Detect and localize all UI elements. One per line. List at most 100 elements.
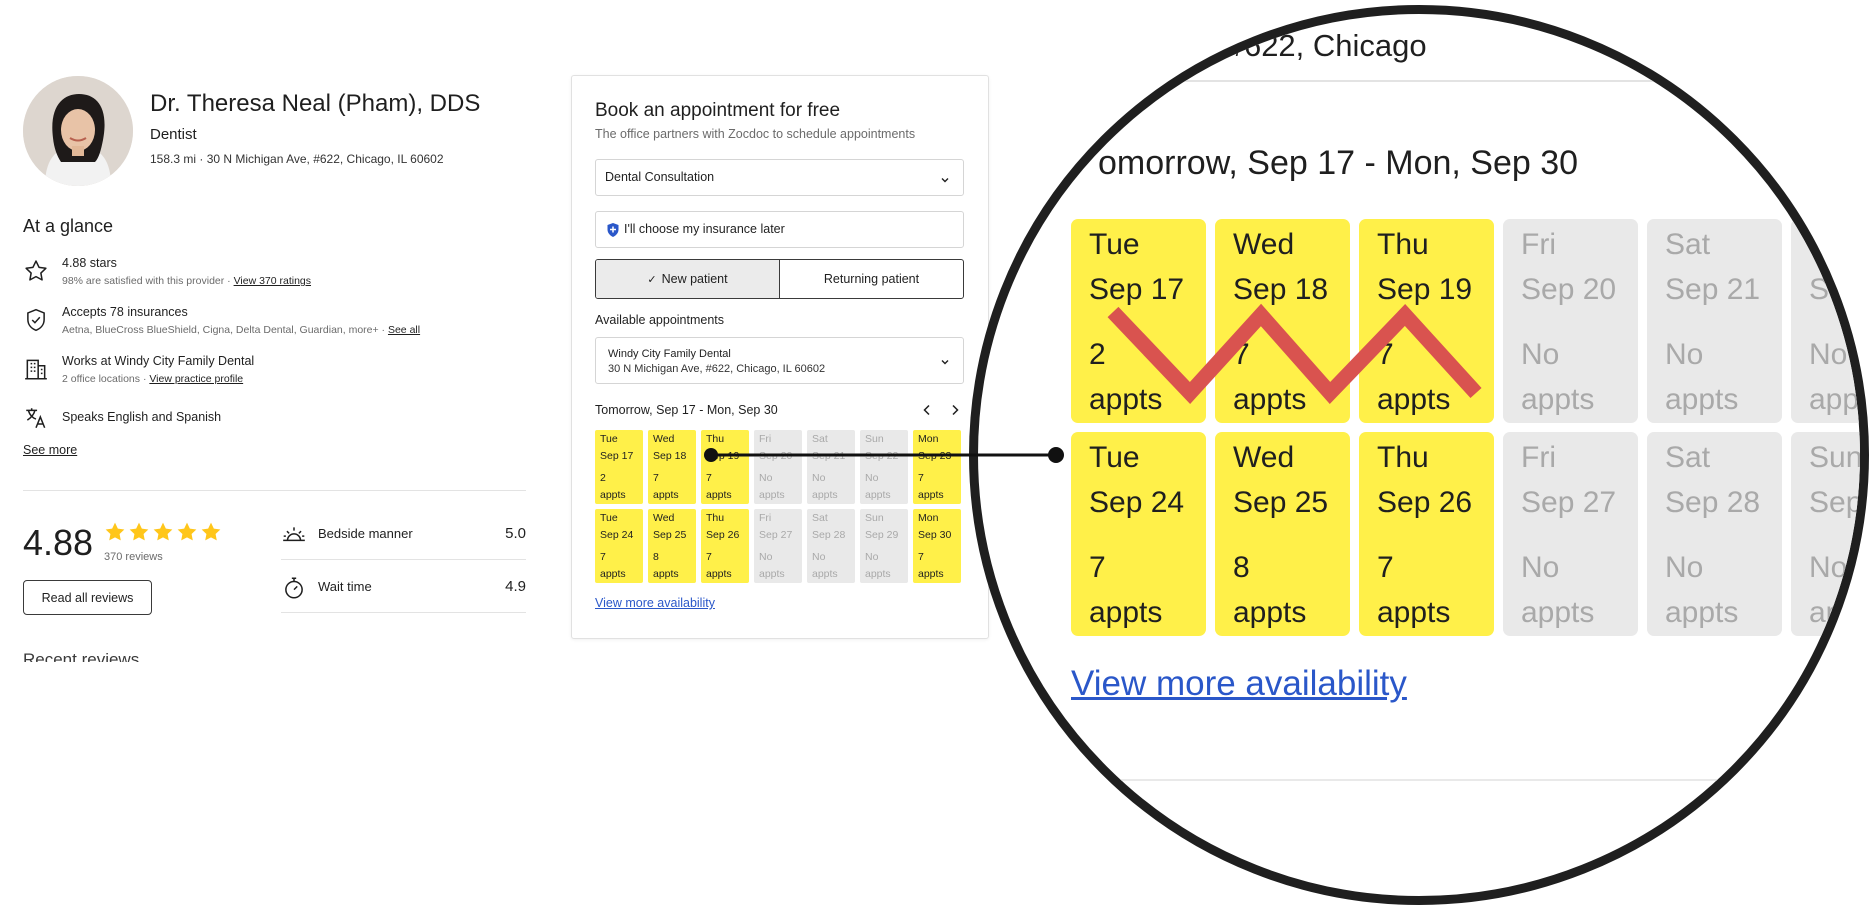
zoomed-appointment-slot[interactable]: Sat Sep 21 No appts	[1647, 219, 1782, 423]
appointment-slot[interactable]: Mon Sep 30 7 appts	[913, 509, 961, 583]
slot-date: Sep 25	[653, 528, 687, 541]
see-more-link[interactable]: See more	[23, 443, 77, 457]
rating-stars	[104, 521, 222, 543]
slot-count: 7 appts	[706, 549, 732, 582]
glance-row-languages: Speaks English and Spanish	[23, 403, 533, 443]
slot-count: 7 appts	[653, 470, 679, 503]
slot-count-number: No	[1809, 338, 1848, 371]
zoomed-appointment-slot[interactable]: Wed Sep 25 8 appts	[1215, 432, 1350, 636]
sun-icon	[281, 522, 307, 548]
zoomed-card-edge	[1098, 779, 1798, 781]
zoom-magnifier: gan Ave, #622, Chicago omorrow, Sep 17 -…	[969, 5, 1869, 905]
glance-practice-sub: 2 office locations · View practice profi…	[62, 373, 243, 385]
insurance-select[interactable]: I'll choose my insurance later	[595, 211, 964, 248]
slot-count-number: 7	[918, 551, 924, 563]
slot-count-number: 7	[706, 472, 712, 484]
see-all-insurances-link[interactable]: See all	[388, 324, 420, 336]
appointment-slot[interactable]: Wed Sep 18 7 appts	[648, 430, 696, 504]
slot-date: Sep 24	[1089, 486, 1185, 519]
slot-count-unit: appts	[1665, 383, 1739, 416]
slot-count-number: No	[865, 551, 879, 563]
appointment-slot[interactable]: Sat Sep 21 No appts	[807, 430, 855, 504]
chevron-right-icon[interactable]	[948, 403, 962, 417]
appointment-slot[interactable]: Fri Sep 27 No appts	[754, 509, 802, 583]
chevron-down-icon	[939, 355, 951, 367]
zoomed-appointment-slot[interactable]: Tue Sep 17 2 appts	[1071, 219, 1206, 423]
metric-bedside-manner: Bedside manner 5.0	[281, 508, 526, 560]
slot-count: 2 appts	[1089, 332, 1162, 422]
zoomed-view-more-link[interactable]: View more availability	[1071, 664, 1407, 704]
zoomed-appointment-slot[interactable]: Thu Sep 19 7 appts	[1359, 219, 1494, 423]
slot-count-unit: appts	[812, 488, 838, 501]
slot-date: Sep 28	[1665, 486, 1761, 519]
slot-count-unit: appts	[653, 488, 679, 501]
zoomed-appointment-slot[interactable]: Sun Sep 29 No appts	[1791, 432, 1860, 636]
glance-row-insurance: Accepts 78 insurances Aetna, BlueCross B…	[23, 305, 533, 345]
glance-practice-detail: 2 office locations ·	[62, 373, 147, 385]
location-select[interactable]: Windy City Family Dental 30 N Michigan A…	[595, 337, 964, 384]
slot-date: Sep 19	[706, 449, 740, 462]
appointment-slot[interactable]: Thu Sep 19 7 appts	[701, 430, 749, 504]
slot-count-unit: appts	[1089, 596, 1163, 629]
new-patient-option[interactable]: ✓ New patient	[596, 260, 780, 298]
slot-date: Sep 25	[1233, 486, 1329, 519]
appointment-slot[interactable]: Mon Sep 23 7 appts	[913, 430, 961, 504]
shield-icon	[606, 222, 620, 238]
visit-reason-select[interactable]: Dental Consultation	[595, 159, 964, 196]
slot-count-number: 2	[1089, 338, 1106, 371]
slot-count-unit: appts	[1521, 383, 1595, 416]
available-appointments-label: Available appointments	[595, 313, 725, 327]
star-filled-icon	[200, 521, 222, 543]
provider-specialty: Dentist	[150, 126, 197, 143]
glance-row-ratings: 4.88 stars 98% are satisfied with this p…	[23, 256, 533, 296]
metric-label: Bedside manner	[318, 526, 413, 541]
slot-day: Sat	[1665, 228, 1711, 261]
zoomed-appointment-slot[interactable]: Tue Sep 24 7 appts	[1071, 432, 1206, 636]
zoomed-appointment-slot[interactable]: Fri Sep 20 No appts	[1503, 219, 1638, 423]
chevron-left-icon[interactable]	[920, 403, 934, 417]
returning-patient-option[interactable]: Returning patient	[780, 260, 963, 298]
view-ratings-link[interactable]: View 370 ratings	[234, 275, 311, 287]
slot-date: Sep 20	[759, 449, 793, 462]
slot-date: Sep 20	[1521, 273, 1617, 306]
slot-day: Mon	[918, 512, 939, 524]
zoomed-appointment-slot[interactable]: Fri Sep 27 No appts	[1503, 432, 1638, 636]
view-practice-profile-link[interactable]: View practice profile	[149, 373, 243, 385]
zoomed-appointment-slot[interactable]: Sat Sep 28 No appts	[1647, 432, 1782, 636]
slot-count: No appts	[1521, 332, 1594, 422]
slot-count-unit: appts	[1521, 596, 1595, 629]
slot-count-number: No	[1809, 551, 1848, 584]
read-all-reviews-button[interactable]: Read all reviews	[23, 580, 152, 615]
slot-count: 7 appts	[918, 549, 944, 582]
zoomed-appointment-slot[interactable]: Sun Sep 22 No appts	[1791, 219, 1860, 423]
slot-day: Mon	[918, 433, 939, 445]
glance-ratings-detail: 98% are satisfied with this provider ·	[62, 275, 231, 287]
slot-count-unit: appts	[759, 567, 785, 580]
slot-count: 7 appts	[706, 470, 732, 503]
appointment-slot[interactable]: Tue Sep 24 7 appts	[595, 509, 643, 583]
slot-day: Tue	[600, 512, 618, 524]
appointment-slot[interactable]: Wed Sep 25 8 appts	[648, 509, 696, 583]
appointment-slot[interactable]: Fri Sep 20 No appts	[754, 430, 802, 504]
slot-count: No appts	[1809, 332, 1860, 422]
slot-day: Sat	[812, 512, 828, 524]
star-filled-icon	[128, 521, 150, 543]
slot-count-unit: appts	[812, 567, 838, 580]
overall-rating: 4.88	[23, 522, 94, 563]
metric-value: 5.0	[505, 525, 526, 542]
slot-count: No appts	[1521, 545, 1594, 635]
appointment-slot[interactable]: Thu Sep 26 7 appts	[701, 509, 749, 583]
zoomed-appointment-slot[interactable]: Thu Sep 26 7 appts	[1359, 432, 1494, 636]
view-more-availability-link[interactable]: View more availability	[595, 596, 715, 610]
slot-day: Thu	[706, 433, 725, 445]
slot-count-unit: appts	[865, 567, 891, 580]
appointment-slot[interactable]: Sun Sep 29 No appts	[860, 509, 908, 583]
appointment-slot[interactable]: Sun Sep 22 No appts	[860, 430, 908, 504]
zoomed-appointment-slot[interactable]: Wed Sep 18 7 appts	[1215, 219, 1350, 423]
slot-count-unit: appts	[1089, 383, 1163, 416]
slot-count: No appts	[865, 549, 891, 582]
zoomed-divider	[1098, 80, 1798, 82]
appointment-slot[interactable]: Tue Sep 17 2 appts	[595, 430, 643, 504]
appointment-slot[interactable]: Sat Sep 28 No appts	[807, 509, 855, 583]
slot-count: No appts	[1665, 545, 1738, 635]
